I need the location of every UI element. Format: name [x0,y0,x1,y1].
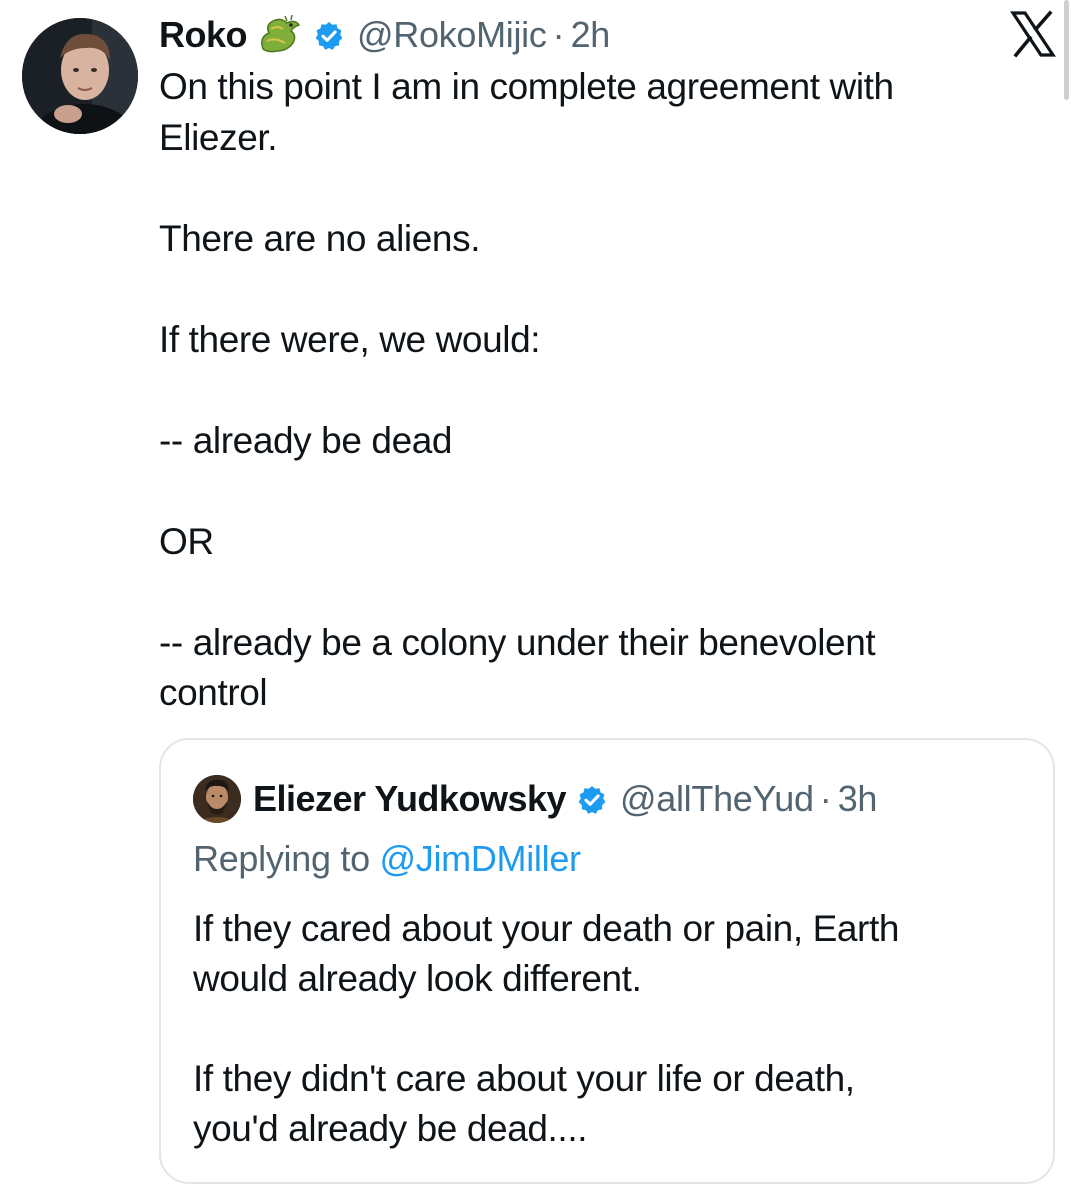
verified-badge-icon[interactable] [313,19,345,51]
separator-dot: · [819,778,832,819]
quoted-author-display-name[interactable]: Eliezer Yudkowsky [253,778,567,820]
tweet-timestamp[interactable]: 2h [571,14,611,56]
quoted-tweet-body: If they cared about your death or pain, … [193,904,1033,1154]
separator-dot: · [552,14,565,55]
author-avatar[interactable] [22,18,138,134]
quoted-tweet-line [193,1004,1033,1054]
tweet-line [159,163,989,214]
replying-to-mention-link[interactable]: @JimDMiller [380,838,582,879]
tweet-line [159,567,989,618]
x-logo-icon[interactable] [1010,10,1056,58]
tweet-card[interactable]: Roko @RokoMijic · 2h On this point I am … [0,0,1071,1200]
tweet-body: On this point I am in complete agreement… [159,62,989,719]
replying-to-label: Replying to [193,838,370,879]
scrollbar-thumb[interactable] [1064,0,1069,100]
tweet-line: On this point I am in complete agreement… [159,66,894,107]
tweet-line: If there were, we would: [159,318,541,360]
tweet-line: OR [159,520,214,562]
tweet-line [159,466,989,517]
tweet-line: There are no aliens. [159,217,481,259]
author-display-name[interactable]: Roko [159,14,248,56]
tweet-line: control [159,672,268,713]
quoted-author-avatar[interactable] [193,775,241,823]
dragon-emoji-icon [257,14,303,55]
quoted-tweet-line: If they cared about your death or pain, … [193,908,900,949]
tweet-line [159,365,989,416]
quoted-tweet-timestamp[interactable]: 3h [838,778,878,820]
tweet-line: Eliezer. [159,116,278,158]
tweet-line: -- already be a colony under their benev… [159,621,876,663]
author-handle[interactable]: @RokoMijic [357,14,547,56]
quoted-tweet-line: If they didn't care about your life or d… [193,1058,855,1099]
quoted-tweet-header: Eliezer Yudkowsky @allTheYud · 3h [193,774,877,824]
replying-to-line: Replying to @JimDMiller [193,838,581,880]
quoted-author-handle[interactable]: @allTheYud [620,778,814,820]
quoted-tweet-line: you'd already be dead.... [193,1108,588,1149]
tweet-line: -- already be dead [159,419,453,461]
quoted-tweet-line: would already look different. [193,958,642,999]
tweet-line [159,264,989,315]
verified-badge-icon[interactable] [576,783,608,815]
tweet-header: Roko @RokoMijic · 2h [159,12,610,58]
quoted-tweet-card[interactable]: Eliezer Yudkowsky @allTheYud · 3h Replyi… [159,738,1055,1184]
